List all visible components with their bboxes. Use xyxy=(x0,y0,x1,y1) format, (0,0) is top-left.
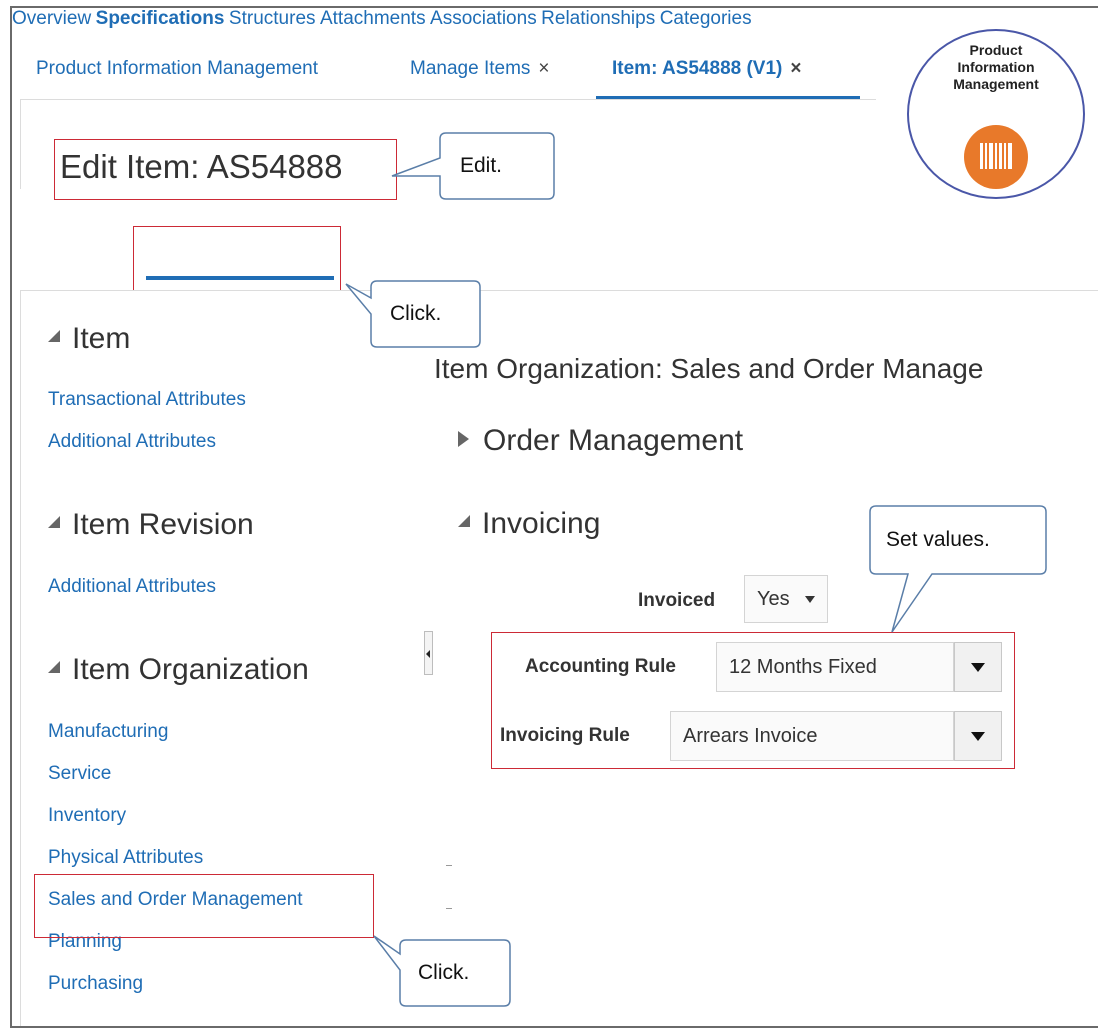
callout-set-values-bubble xyxy=(869,505,1047,633)
screenshot-frame: Product Information Management Manage It… xyxy=(10,6,1098,1028)
callout-bubbles xyxy=(345,132,1047,1007)
callout-edit-text: Edit. xyxy=(460,154,503,177)
callout-click-link-text: Click. xyxy=(418,961,470,984)
callout-set-values-text: Set values. xyxy=(886,528,990,551)
callout-click-tab-text: Click. xyxy=(390,302,442,325)
